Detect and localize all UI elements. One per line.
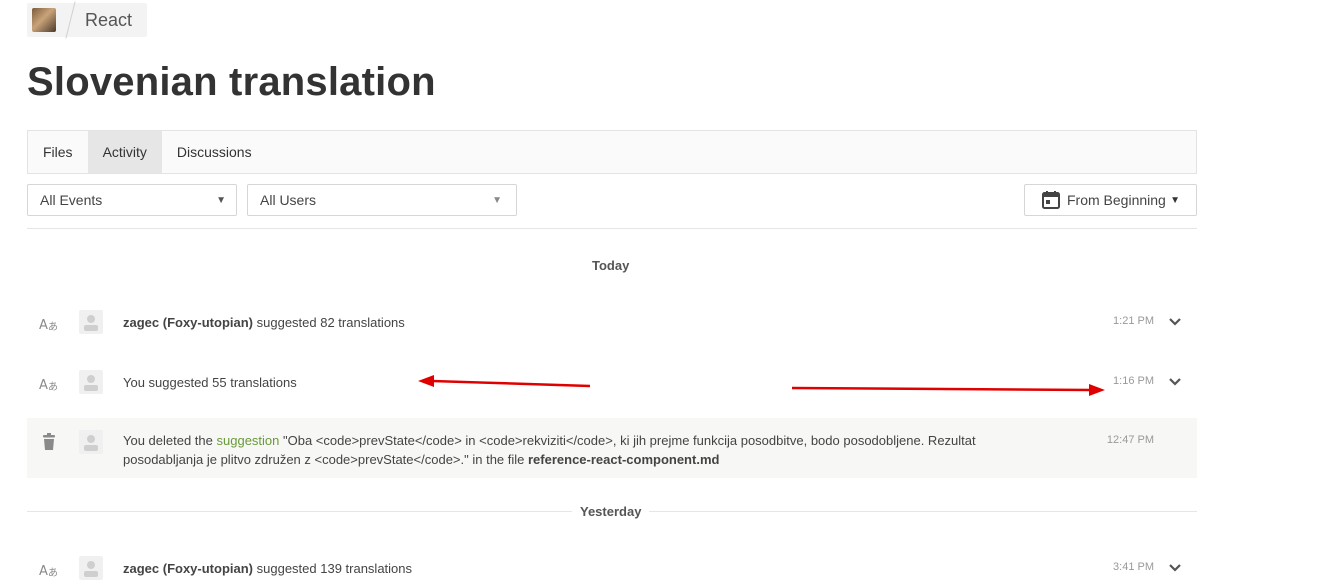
svg-text:A: A	[39, 318, 48, 333]
user-avatar[interactable]	[79, 556, 103, 580]
user-avatar[interactable]	[79, 310, 103, 334]
events-filter-select[interactable]: All Events ▼	[27, 184, 237, 216]
svg-text:あ: あ	[48, 381, 58, 393]
divider	[27, 228, 1197, 229]
activity-user-link[interactable]: zagec (Foxy-utopian)	[123, 561, 253, 576]
group-heading-today: Today	[584, 258, 638, 273]
annotation-arrow-right	[791, 384, 1105, 396]
tab-discussions[interactable]: Discussions	[162, 131, 267, 173]
dropdown-arrow-icon: ▼	[1170, 194, 1180, 206]
svg-text:あ: あ	[48, 321, 58, 333]
users-filter-select[interactable]: All Users ▼	[247, 184, 517, 216]
tab-files[interactable]: Files	[28, 131, 88, 173]
chevron-down-icon[interactable]	[1168, 317, 1182, 327]
activity-time: 12:47 PM	[1106, 434, 1154, 446]
trash-icon	[43, 433, 55, 450]
svg-text:A: A	[39, 378, 48, 393]
chevron-down-icon[interactable]	[1168, 377, 1182, 387]
user-avatar[interactable]	[79, 430, 103, 454]
activity-message: zagec (Foxy-utopian) suggested 139 trans…	[123, 559, 412, 578]
activity-message: You suggested 55 translations	[123, 375, 297, 390]
breadcrumb-project-link[interactable]: React	[85, 10, 132, 31]
suggestion-link[interactable]: suggestion	[217, 433, 280, 448]
translate-icon: A あ	[39, 564, 58, 579]
activity-text: You deleted the	[123, 433, 217, 448]
group-heading-yesterday: Yesterday	[572, 504, 650, 519]
project-avatar[interactable]	[32, 8, 56, 32]
breadcrumb-separator	[65, 1, 76, 39]
events-filter-value: All Events	[40, 192, 103, 208]
translate-icon: A あ	[39, 378, 58, 393]
svg-text:A: A	[39, 564, 48, 579]
calendar-icon	[1042, 191, 1060, 209]
activity-row: A あ zagec (Foxy-utopian) suggested 139 t…	[27, 552, 1197, 584]
tab-bar: Files Activity Discussions	[27, 130, 1197, 174]
translate-icon: A あ	[39, 318, 58, 333]
dropdown-arrow-icon: ▼	[492, 194, 502, 206]
activity-user-link[interactable]: zagec (Foxy-utopian)	[123, 315, 253, 330]
activity-row: You deleted the suggestion "Oba <code>pr…	[27, 418, 1197, 478]
date-range-value: From Beginning	[1067, 192, 1166, 208]
activity-message: You deleted the suggestion "Oba <code>pr…	[123, 431, 1043, 469]
page-title: Slovenian translation	[27, 60, 436, 104]
date-range-button[interactable]: From Beginning ▼	[1024, 184, 1197, 216]
annotation-arrow-left	[418, 375, 591, 388]
user-avatar[interactable]	[79, 370, 103, 394]
users-filter-value: All Users	[260, 192, 317, 208]
file-link[interactable]: reference-react-component.md	[528, 452, 719, 467]
breadcrumb: React	[27, 1, 147, 39]
activity-text: suggested 82 translations	[253, 315, 405, 330]
chevron-down-icon[interactable]	[1168, 563, 1182, 573]
tab-activity[interactable]: Activity	[87, 131, 162, 173]
activity-row: A あ zagec (Foxy-utopian) suggested 82 tr…	[27, 306, 1197, 338]
activity-message: zagec (Foxy-utopian) suggested 82 transl…	[123, 313, 405, 332]
activity-time: 1:16 PM	[1113, 375, 1154, 387]
dropdown-arrow-icon: ▼	[216, 194, 226, 206]
activity-text: suggested 139 translations	[253, 561, 413, 576]
activity-time: 3:41 PM	[1113, 561, 1154, 573]
svg-text:あ: あ	[48, 567, 58, 579]
activity-time: 1:21 PM	[1113, 315, 1154, 327]
